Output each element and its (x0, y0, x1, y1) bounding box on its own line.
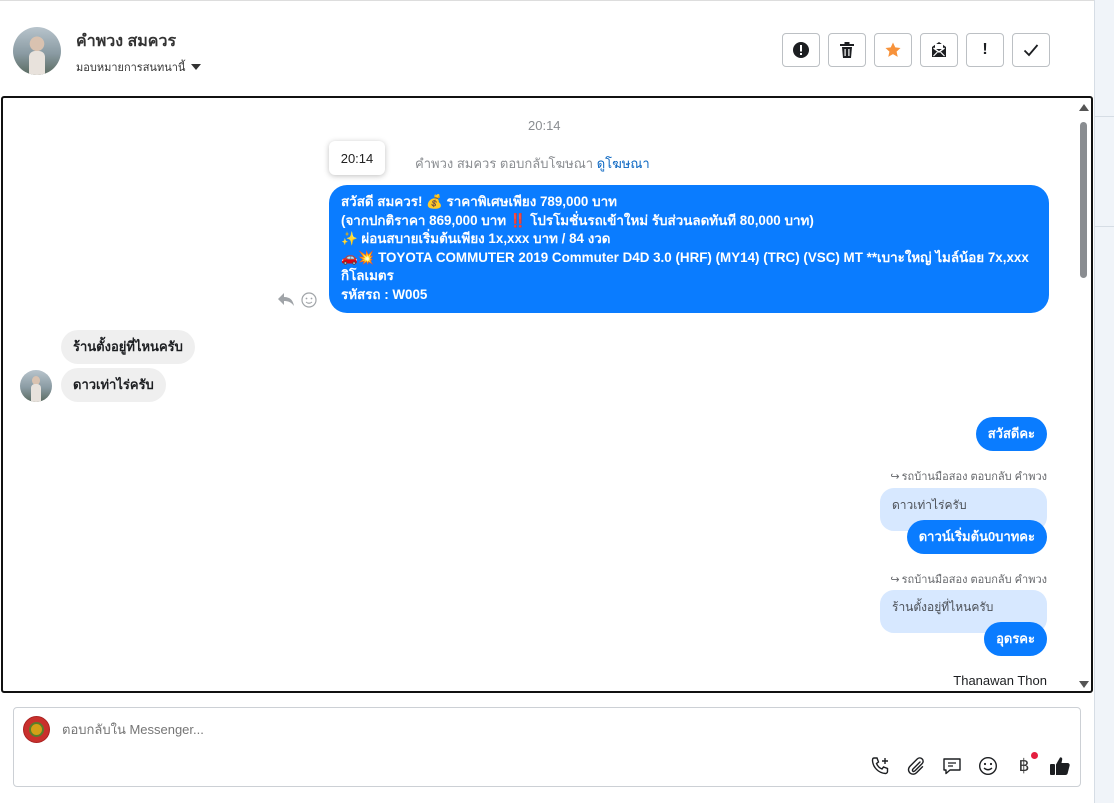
outgoing-message[interactable]: สวัสดีคะ (975, 417, 1047, 451)
scroll-down-icon[interactable] (1079, 681, 1089, 688)
delete-button[interactable] (828, 33, 866, 67)
ad-reply-note: คำพวง สมควร ตอบกลับโฆษณา ดูโฆษณา (415, 153, 650, 174)
saved-replies-button[interactable] (940, 754, 964, 778)
reply-meta: ↪ รถบ้านมือสอง ตอบกลับ คำพวง (890, 467, 1047, 485)
caret-down-icon (191, 64, 202, 70)
check-icon (1023, 44, 1039, 57)
star-button[interactable] (874, 33, 912, 67)
like-button[interactable] (1048, 754, 1072, 778)
conversation-header: คำพวง สมควร มอบหมายการสนทนานี้ ! (0, 0, 1094, 97)
attach-button[interactable] (904, 754, 928, 778)
outgoing-message[interactable]: ดาวน์เริ่มต้น0บาทคะ (906, 520, 1047, 554)
thread-timestamp: 20:14 (528, 118, 561, 133)
outgoing-message[interactable]: อุดรคะ (984, 622, 1047, 656)
emoji-icon (978, 756, 998, 776)
scrollbar-thumb[interactable] (1080, 122, 1087, 278)
ad-line: ✨ ผ่อนสบายเริ่มต้นเพียง 1x,xxx บาท / 84 … (341, 231, 611, 246)
ad-message-bubble[interactable]: สวัสดี สมควร! 💰 ราคาพิเศษเพียง 789,000 บ… (329, 185, 1049, 313)
payment-button[interactable]: ฿ (1012, 752, 1038, 778)
message-composer: ฿ (13, 707, 1081, 787)
alert-circle-icon (793, 42, 809, 58)
message-thread[interactable]: 20:14 20:14 คำพวง สมควร ตอบกลับโฆษณา ดูโ… (1, 96, 1093, 693)
page-avatar (23, 716, 50, 743)
mark-unread-icon (932, 42, 946, 57)
mark-unread-button[interactable] (920, 33, 958, 67)
reply-meta-text: รถบ้านมือสอง ตอบกลับ คำพวง (901, 574, 1047, 586)
header-actions: ! (782, 33, 1050, 67)
ad-line: กิโลเมตร (341, 268, 394, 283)
emoji-button[interactable] (976, 754, 1000, 778)
ad-line: สวัสดี สมควร! 💰 ราคาพิเศษเพียง 789,000 บ… (341, 194, 617, 209)
contact-avatar-small (20, 370, 52, 402)
phone-plus-icon (871, 757, 889, 775)
contact-name[interactable]: คำพวง สมควร (76, 29, 176, 54)
view-ad-link[interactable]: ดูโฆษณา (597, 156, 650, 171)
ad-line: (จากปกติราคา 869,000 บาท ‼️ โปรโมชั่นรถเ… (341, 212, 814, 228)
exclamation-icon: ! (982, 41, 988, 58)
ad-line: 🚗💥 TOYOTA COMMUTER 2019 Commuter D4D 3.0… (341, 249, 1029, 265)
star-icon (885, 42, 901, 57)
reply-arrow-icon: ↪ (890, 470, 900, 483)
mark-important-button[interactable]: ! (966, 33, 1004, 67)
thumbs-up-icon (1050, 757, 1070, 775)
sender-name: Thanawan Thon (953, 673, 1047, 688)
reply-arrow-icon: ↪ (890, 573, 900, 586)
contact-avatar[interactable] (13, 27, 61, 75)
reply-icon[interactable] (277, 291, 295, 307)
paperclip-icon (907, 757, 924, 775)
mark-done-button[interactable] (1012, 33, 1050, 67)
assign-conversation-dropdown[interactable]: มอบหมายการสนทนานี้ (76, 58, 202, 76)
scroll-up-icon[interactable] (1079, 104, 1089, 111)
baht-icon: ฿ (1018, 756, 1030, 775)
assign-label: มอบหมายการสนทนานี้ (76, 62, 186, 74)
saved-reply-icon (943, 758, 961, 775)
incoming-message[interactable]: ดาวเท่าไร่ครับ (61, 368, 166, 402)
thread-scrollbar[interactable] (1078, 104, 1089, 688)
ad-reply-text: คำพวง สมควร ตอบกลับโฆษณา (415, 156, 594, 171)
report-button[interactable] (782, 33, 820, 67)
inbox-page: คำพวง สมควร มอบหมายการสนทนานี้ ! 20:14 2… (0, 0, 1094, 803)
call-button[interactable] (868, 754, 892, 778)
time-tooltip: 20:14 (329, 141, 385, 175)
side-panel-edge (1094, 0, 1114, 803)
reply-meta: ↪ รถบ้านมือสอง ตอบกลับ คำพวง (890, 570, 1047, 588)
trash-icon (840, 42, 854, 58)
notification-dot (1031, 752, 1038, 759)
reply-meta-text: รถบ้านมือสอง ตอบกลับ คำพวง (901, 471, 1047, 483)
composer-tools: ฿ (868, 752, 1072, 778)
ad-line: รหัสรถ : W005 (341, 286, 428, 302)
react-icon[interactable] (301, 292, 317, 308)
incoming-message[interactable]: ร้านตั้งอยู่ที่ไหนครับ (61, 330, 195, 364)
reply-input[interactable] (62, 722, 762, 737)
